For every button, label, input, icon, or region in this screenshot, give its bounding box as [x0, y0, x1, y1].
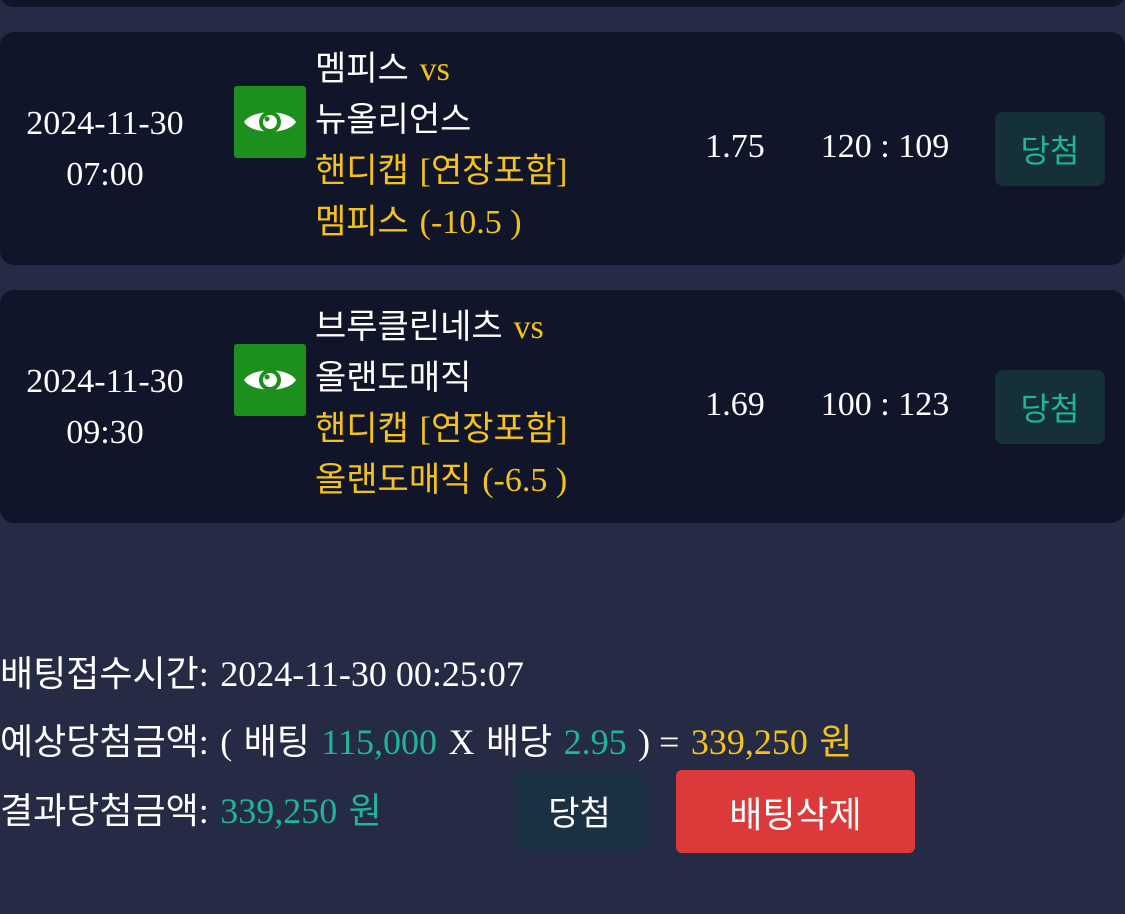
odds-word: 배당: [485, 722, 553, 763]
result-currency: 원: [348, 791, 382, 832]
pick-team: 올랜도매직: [315, 460, 472, 500]
final-score: 100 : 123: [820, 386, 950, 423]
match-info: 브루클린네츠 vs 올랜도매직 핸디캡 [연장포함] 올랜도매직 (-6.5 ): [315, 302, 695, 506]
bet-card: 2024-11-30 09:30 브루클린네츠 vs 올랜도매직 핸디캡 [연장…: [0, 290, 1125, 523]
view-details-button[interactable]: [234, 86, 306, 158]
expected-label: 예상당첨금액: [0, 722, 199, 763]
bet-time-colon: :: [198, 654, 209, 694]
market-name: 핸디캡: [315, 151, 409, 191]
expected-payout-row: 예상당첨금액: ( 배팅 115,000 X 배당 2.95 ) = 339,2…: [0, 713, 852, 765]
expected-amount: 339,250: [690, 722, 808, 762]
bet-amount: 115,000: [321, 722, 438, 762]
times-sign: X: [448, 722, 475, 762]
delete-bet-button[interactable]: 배팅삭제: [676, 770, 915, 853]
home-team: 멤피스: [315, 49, 409, 89]
market-tag: [연장포함]: [419, 153, 568, 190]
market-tag: [연장포함]: [419, 411, 568, 448]
match-time: 09:30: [66, 414, 144, 451]
vs-label: vs: [419, 51, 450, 88]
match-date: 2024-11-30: [26, 363, 184, 400]
bet-word: 배팅: [243, 722, 310, 763]
result-colon: :: [198, 791, 209, 831]
bet-time-value: 2024-11-30 00:25:07: [220, 654, 524, 694]
odds-value: 1.75: [705, 128, 765, 165]
mark-win-button[interactable]: 당첨: [514, 770, 645, 850]
result-badge: 당첨: [995, 112, 1105, 186]
open-paren: (: [220, 722, 233, 762]
result-badge: 당첨: [995, 370, 1105, 444]
market-name: 핸디캡: [315, 409, 409, 449]
total-odds: 2.95: [563, 722, 627, 762]
away-team: 올랜도매직: [315, 358, 472, 398]
eye-icon: [244, 369, 296, 391]
match-datetime: 2024-11-30 09:30: [14, 356, 196, 458]
match-date: 2024-11-30: [26, 105, 184, 142]
result-payout-row: 결과당첨금액: 339,250 원: [0, 782, 382, 834]
expected-currency: 원: [819, 722, 853, 763]
match-time: 07:00: [66, 156, 144, 193]
bet-time-label: 배팅접수시간: [0, 654, 199, 695]
pick-line: (-6.5 ): [482, 462, 568, 499]
result-amount: 339,250: [220, 791, 338, 831]
eye-icon: [244, 111, 296, 133]
match-datetime: 2024-11-30 07:00: [14, 98, 196, 200]
expected-colon: :: [198, 722, 209, 762]
odds-value: 1.69: [705, 386, 765, 423]
match-info: 멤피스 vs 뉴올리언스 핸디캡 [연장포함] 멤피스 (-10.5 ): [315, 44, 695, 248]
previous-bet-card: [0, 0, 1125, 7]
away-team: 뉴올리언스: [315, 100, 472, 140]
result-label: 결과당첨금액: [0, 791, 199, 832]
bet-time-row: 배팅접수시간: 2024-11-30 00:25:07: [0, 645, 524, 697]
home-team: 브루클린네츠: [315, 307, 503, 347]
close-equals: ) =: [638, 722, 680, 762]
final-score: 120 : 109: [820, 128, 950, 165]
view-details-button[interactable]: [234, 344, 306, 416]
pick-line: (-10.5 ): [419, 204, 522, 241]
pick-team: 멤피스: [315, 202, 409, 242]
vs-label: vs: [513, 309, 544, 346]
bet-card: 2024-11-30 07:00 멤피스 vs 뉴올리언스 핸디캡 [연장포함]…: [0, 32, 1125, 265]
